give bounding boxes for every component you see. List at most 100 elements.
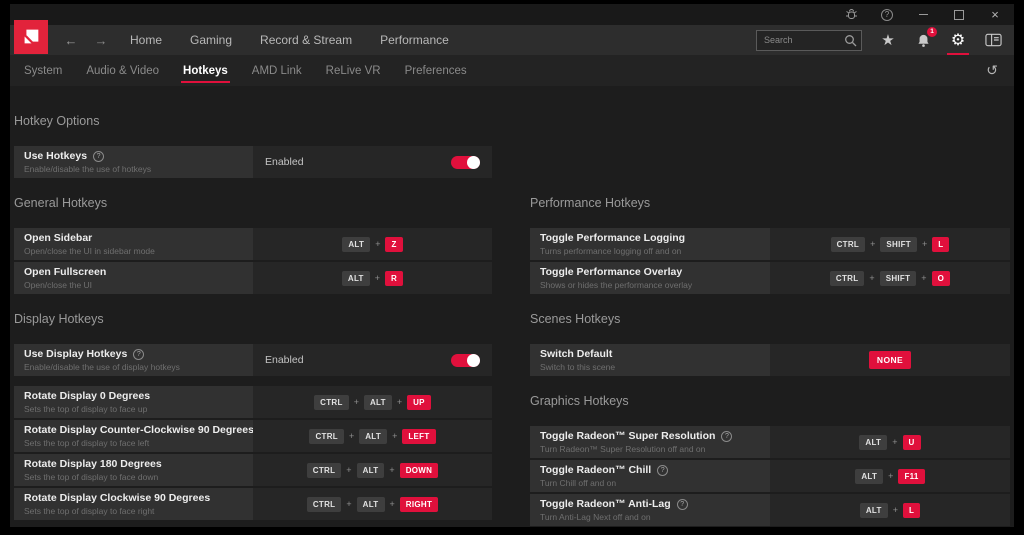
key-badge[interactable]: R (385, 270, 404, 286)
section-title: Scenes Hotkeys (530, 312, 621, 326)
hotkey-row[interactable]: Rotate Display Clockwise 90 Degrees Sets … (14, 488, 492, 520)
search-icon[interactable] (844, 34, 857, 47)
hotkey-row[interactable]: Use Display Hotkeys Enable/disable the us… (14, 344, 492, 376)
toggle-switch[interactable] (451, 353, 480, 367)
hotkey-title-line: Toggle Performance Overlay (540, 266, 760, 279)
tab-system[interactable]: System (22, 55, 64, 86)
key-badge[interactable]: CTRL (306, 462, 342, 478)
hotkey-title-line: Rotate Display 0 Degrees (24, 390, 243, 403)
help-icon[interactable] (657, 465, 669, 476)
minimize-icon[interactable] (916, 8, 930, 22)
reset-undo-icon[interactable] (986, 62, 998, 79)
bug-report-icon[interactable] (844, 8, 858, 22)
help-icon[interactable] (721, 431, 733, 442)
key-badge[interactable]: CTRL (830, 236, 866, 252)
hotkey-row[interactable]: Open Sidebar Open/close the UI in sidebar… (14, 228, 492, 260)
hotkey-row[interactable]: Switch Default Switch to this scene NONE (530, 344, 1010, 376)
hotkey-none-badge[interactable]: NONE (868, 351, 912, 369)
hotkey-row[interactable]: Rotate Display 180 Degrees Sets the top o… (14, 454, 492, 486)
hotkey-label-cell: Switch Default Switch to this scene (530, 344, 770, 376)
section-general-hotkeys: General Hotkeys Open Sidebar Open/close th… (14, 197, 492, 294)
key-badge[interactable]: L (932, 236, 950, 252)
key-badge[interactable]: O (931, 270, 951, 286)
hotkey-row[interactable]: Open Fullscreen Open/close the UI ALT + R (14, 262, 492, 294)
key-badge[interactable]: ALT (855, 468, 884, 484)
key-badge[interactable]: CTRL (306, 496, 342, 512)
help-icon[interactable] (676, 499, 688, 510)
toggle-switch[interactable] (451, 155, 480, 169)
key-badge[interactable]: ALT (359, 428, 388, 444)
hotkey-control-cell: ALT + Z (253, 228, 492, 260)
tab-relive-vr[interactable]: ReLive VR (324, 55, 383, 86)
key-badge[interactable]: ALT (342, 236, 371, 252)
hotkey-control-cell: Enabled (253, 146, 492, 178)
hotkey-row[interactable]: Use Hotkeys Enable/disable the use of hot… (14, 146, 492, 178)
plus-separator: + (389, 499, 395, 509)
forward-arrow-icon[interactable] (86, 33, 116, 48)
hotkey-title: Rotate Display 180 Degrees (24, 458, 162, 470)
key-badge[interactable]: DOWN (399, 462, 439, 478)
tab-hotkeys[interactable]: Hotkeys (181, 55, 230, 86)
key-badge[interactable]: CTRL (314, 394, 349, 410)
hotkey-label-cell: Use Display Hotkeys Enable/disable the us… (14, 344, 253, 376)
key-badge[interactable]: SHIFT (880, 236, 917, 252)
key-badge[interactable]: SHIFT (879, 270, 917, 286)
tab-amd-link[interactable]: AMD Link (250, 55, 304, 86)
key-badge[interactable]: ALT (356, 462, 385, 478)
key-badge[interactable]: L (902, 502, 921, 518)
close-icon[interactable] (988, 8, 1002, 22)
hotkey-control-cell: CTRL + ALT + RIGHT (253, 488, 492, 520)
hotkey-row[interactable]: Toggle Radeon™ Chill Turn Chill off and o… (530, 460, 1010, 492)
hotkey-row[interactable]: Rotate Display Counter-Clockwise 90 Degr… (14, 420, 492, 452)
hotkey-title: Rotate Display Counter-Clockwise 90 Degr… (24, 424, 253, 436)
hotkey-label-cell: Open Fullscreen Open/close the UI (14, 262, 253, 294)
hotkey-row[interactable]: Rotate Display 0 Degrees Sets the top of … (14, 386, 492, 418)
search-box (756, 29, 862, 51)
hotkey-subtitle: Enable/disable the use of hotkeys (24, 164, 152, 174)
key-badge[interactable]: UP (407, 394, 431, 410)
key-badge[interactable]: CTRL (309, 428, 344, 444)
title-bar (10, 4, 1014, 25)
nav-item-performance[interactable]: Performance (380, 33, 449, 47)
hotkey-row[interactable]: Toggle Performance Logging Turns performa… (530, 228, 1010, 260)
hotkey-row[interactable]: Toggle Radeon™ Super Resolution Turn Rade… (530, 426, 1010, 458)
plus-separator: + (389, 465, 395, 475)
tab-preferences[interactable]: Preferences (403, 55, 469, 86)
key-badge[interactable]: F11 (898, 468, 925, 484)
key-badge[interactable]: ALT (859, 502, 888, 518)
section-hotkey-options: Hotkey Options Use Hotkeys Enable/disable … (14, 115, 492, 178)
settings-gear-icon[interactable] (947, 31, 969, 55)
hotkey-title: Toggle Radeon™ Super Resolution (540, 430, 716, 442)
hotkey-title: Rotate Display 0 Degrees (24, 390, 151, 402)
back-arrow-icon[interactable] (56, 33, 86, 48)
key-badge[interactable]: ALT (859, 434, 888, 450)
key-badge[interactable]: ALT (341, 270, 370, 286)
help-icon[interactable] (93, 151, 105, 162)
favorites-star-icon[interactable] (879, 31, 897, 49)
hotkey-control-cell: CTRL + SHIFT + O (770, 262, 1010, 294)
key-badge[interactable]: CTRL (829, 270, 865, 286)
hotkey-row[interactable]: Toggle Performance Overlay Shows or hides… (530, 262, 1010, 294)
key-badge[interactable]: ALT (363, 394, 392, 410)
nav-item-record-stream[interactable]: Record & Stream (260, 33, 352, 47)
hotkey-control-cell: CTRL + SHIFT + L (770, 228, 1010, 260)
hotkey-title-line: Toggle Radeon™ Chill (540, 464, 760, 477)
nav-item-gaming[interactable]: Gaming (190, 33, 232, 47)
key-badge[interactable]: ALT (356, 496, 385, 512)
notifications-bell-icon[interactable]: 1 (914, 27, 937, 49)
sidebar-layout-icon[interactable] (984, 31, 1002, 49)
key-badge[interactable]: LEFT (402, 428, 436, 444)
tab-audio-video[interactable]: Audio & Video (84, 55, 161, 86)
nav-item-home[interactable]: Home (130, 33, 162, 47)
left-column: Hotkey Options Use Hotkeys Enable/disable … (14, 115, 492, 527)
maximize-icon[interactable] (952, 8, 966, 22)
key-badge[interactable]: Z (385, 236, 403, 252)
key-badge[interactable]: U (902, 434, 921, 450)
hotkey-label-cell: Open Sidebar Open/close the UI in sidebar… (14, 228, 253, 260)
hotkey-row[interactable]: Toggle Radeon™ Anti-Lag Turn Anti-Lag Nex… (530, 494, 1010, 526)
hotkey-title-line: Use Display Hotkeys (24, 348, 243, 361)
help-icon[interactable] (133, 349, 145, 360)
hotkey-subtitle: Sets the top of display to face down (24, 472, 159, 482)
help-icon[interactable] (880, 8, 894, 22)
key-badge[interactable]: RIGHT (399, 496, 439, 512)
